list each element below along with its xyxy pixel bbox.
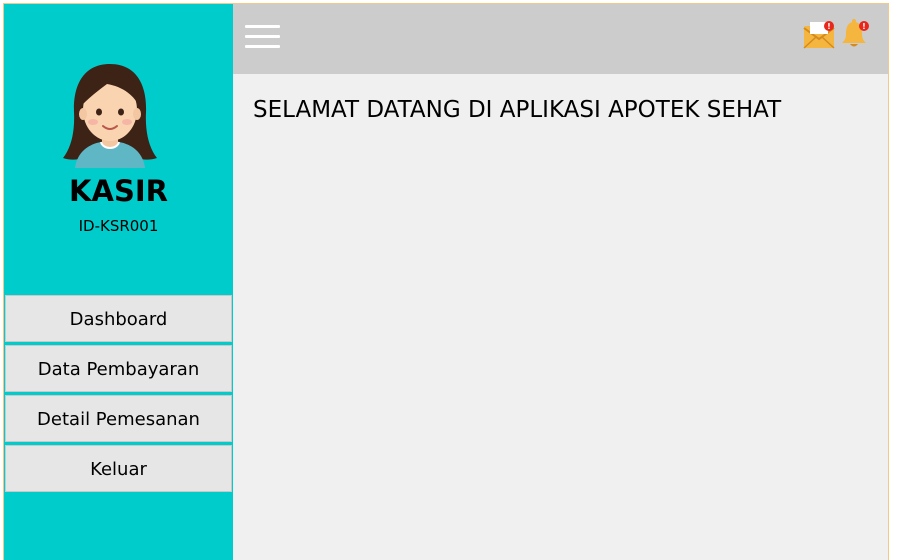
sidebar-item-detail-pemesanan[interactable]: Detail Pemesanan: [5, 395, 232, 442]
avatar: [63, 64, 157, 168]
sidebar-item-keluar[interactable]: Keluar: [5, 445, 232, 492]
user-role-title: KASIR: [69, 174, 168, 208]
user-id: ID-KSR001: [78, 217, 159, 235]
profile-panel: KASIR ID-KSR001: [4, 4, 233, 294]
sidebar-item-data-pembayaran[interactable]: Data Pembayaran: [5, 345, 232, 392]
welcome-heading: SELAMAT DATANG DI APLIKASI APOTEK SEHAT: [253, 97, 782, 123]
top-bar: ! !: [233, 4, 888, 74]
bell-notification-icon[interactable]: !: [840, 18, 872, 50]
sidebar-menu: Dashboard Data Pembayaran Detail Pemesan…: [4, 295, 233, 495]
mail-badge: !: [827, 22, 831, 31]
mail-notification-icon[interactable]: !: [803, 20, 837, 50]
bell-badge: !: [862, 22, 866, 31]
sidebar: KASIR ID-KSR001 Dashboard Data Pembayara…: [4, 4, 233, 560]
hamburger-menu-icon[interactable]: [245, 24, 280, 50]
app-window: KASIR ID-KSR001 Dashboard Data Pembayara…: [3, 3, 889, 560]
sidebar-item-dashboard[interactable]: Dashboard: [5, 295, 232, 342]
main-content: SELAMAT DATANG DI APLIKASI APOTEK SEHAT: [233, 74, 888, 560]
